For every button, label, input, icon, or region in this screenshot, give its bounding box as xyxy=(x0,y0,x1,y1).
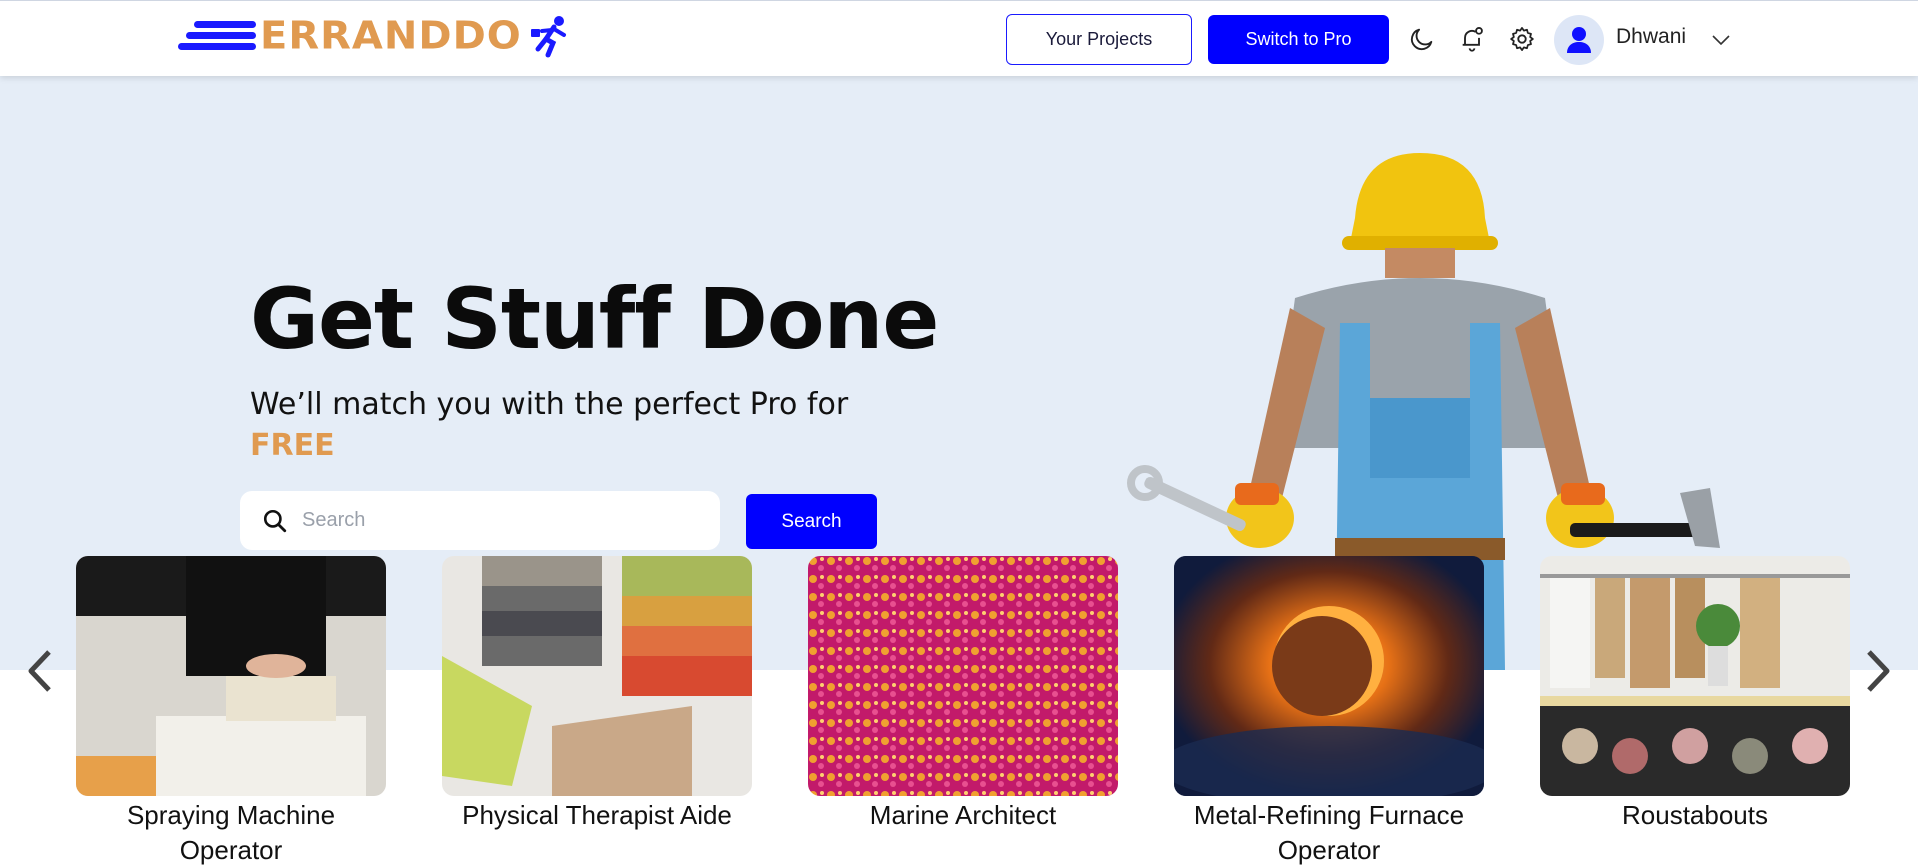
top-navbar: ERRANDDO Your Projects Switch to Pro Dhw… xyxy=(0,0,1918,76)
service-card[interactable]: Roustabouts xyxy=(1540,556,1850,833)
chevron-left-icon xyxy=(28,650,51,692)
search-box[interactable] xyxy=(240,491,720,550)
service-card[interactable]: Physical Therapist Aide xyxy=(442,556,752,833)
errandoo-logo[interactable]: ERRANDDO xyxy=(178,11,572,61)
service-card-image xyxy=(76,556,386,796)
chevron-right-icon xyxy=(1867,650,1890,692)
hero-subtitle: We’ll match you with the perfect Pro for… xyxy=(250,384,850,466)
avatar[interactable] xyxy=(1554,15,1604,65)
search-icon xyxy=(263,509,287,532)
service-card-label: Roustabouts xyxy=(1622,800,1768,830)
bell-icon[interactable] xyxy=(1456,23,1488,55)
service-card-label: Metal-Refining Furnace Operator xyxy=(1193,800,1465,865)
carousel-prev-button[interactable] xyxy=(22,644,58,698)
service-card-image xyxy=(808,556,1118,796)
username[interactable]: Dhwani xyxy=(1616,25,1686,49)
service-card-label: Marine Architect xyxy=(869,800,1057,830)
service-card[interactable]: Spraying Machine Operator xyxy=(76,556,386,865)
logo-speed-lines xyxy=(178,19,256,53)
free-highlight: FREE xyxy=(250,428,335,463)
hero-subtitle-text: We’ll match you with the perfect Pro for xyxy=(250,387,849,422)
hero-title: Get Stuff Done xyxy=(250,270,939,368)
service-card[interactable]: Metal-Refining Furnace Operator xyxy=(1174,556,1484,865)
service-card-label: Spraying Machine Operator xyxy=(126,800,336,865)
service-card-label: Physical Therapist Aide xyxy=(462,800,732,830)
search-button[interactable]: Search xyxy=(746,494,877,549)
runner-logo-icon xyxy=(530,16,566,58)
search-input[interactable] xyxy=(302,509,682,532)
service-card-image xyxy=(1174,556,1484,796)
user-icon xyxy=(1567,27,1591,53)
service-card[interactable]: Marine Architect xyxy=(808,556,1118,833)
gear-icon[interactable] xyxy=(1506,23,1538,55)
chevron-down-icon[interactable] xyxy=(1710,29,1732,51)
brand-name: ERRANDDO xyxy=(260,14,522,58)
service-card-image xyxy=(1540,556,1850,796)
moon-icon[interactable] xyxy=(1406,23,1438,55)
switch-to-pro-button[interactable]: Switch to Pro xyxy=(1208,15,1389,64)
service-card-image xyxy=(442,556,752,796)
your-projects-button[interactable]: Your Projects xyxy=(1006,14,1192,65)
carousel-next-button[interactable] xyxy=(1860,644,1896,698)
